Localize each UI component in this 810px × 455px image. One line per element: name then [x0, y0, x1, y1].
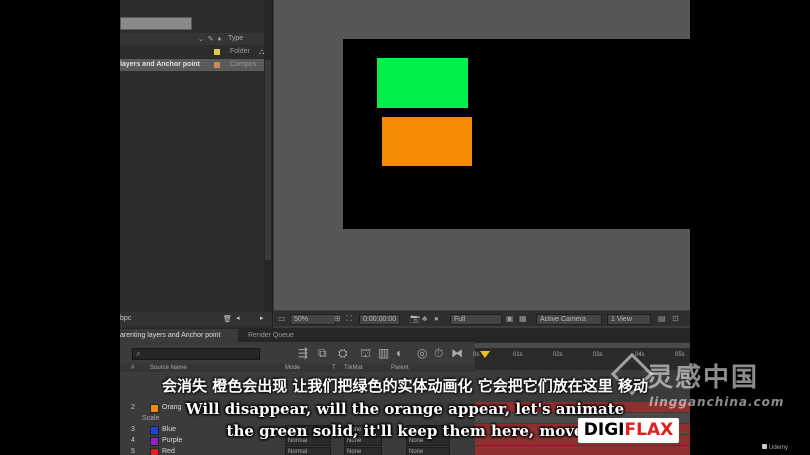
view-layout-dropdown[interactable]: 1 View: [607, 314, 651, 325]
column-parent[interactable]: Parent: [391, 365, 409, 371]
logo-part-digi: DIGI: [583, 420, 625, 440]
project-item-folder[interactable]: Folder ⛬: [120, 46, 265, 58]
graph-editor-icon[interactable]: ⧓: [451, 346, 463, 360]
composition-canvas[interactable]: [343, 39, 690, 229]
column-header-icons[interactable]: ⌄ ✎ ♦: [198, 35, 222, 43]
work-area-bar[interactable]: [475, 343, 690, 348]
stopwatch-icon[interactable]: ⏱: [434, 346, 443, 361]
bpc-button[interactable]: bpc: [120, 315, 131, 322]
motion-blur-icon[interactable]: ◐: [396, 346, 403, 360]
trash-icon[interactable]: 🗑: [223, 315, 232, 323]
ruler-tick: 0s: [473, 352, 480, 358]
layer-duration-bar[interactable]: [475, 446, 690, 455]
timeline-search-input[interactable]: ⌕: [132, 348, 260, 360]
composition-viewer[interactable]: [274, 0, 690, 310]
project-scrollbar[interactable]: [264, 0, 272, 312]
project-item-name: layers and Anchor point: [120, 61, 200, 68]
project-footer: bpc 🗑 ◂ ▸: [120, 312, 272, 326]
shy-layers-icon[interactable]: ⛫: [360, 346, 371, 362]
column-trkmat[interactable]: TrkMat: [344, 365, 362, 371]
layer-parent-dropdown[interactable]: None: [406, 447, 450, 455]
udemy-badge: Udemy: [762, 444, 788, 451]
frame-blending-icon[interactable]: ▥: [378, 346, 389, 360]
layer-number: 5: [131, 448, 135, 455]
draft-3d-icon[interactable]: ⛭: [338, 346, 348, 361]
magnification-dropdown[interactable]: 50%: [290, 314, 336, 325]
subtitle-chinese: 会消失 橙色会出现 让我们把绿色的实体动画化 它会把它们放在这里 移动: [162, 377, 648, 395]
viewer-toolbar: ▭ 50% ⊞ ⛶ 0:00:00:00 📷 ♣ ● Full ▣ ▦ Acti…: [274, 311, 690, 326]
layer-label-swatch[interactable]: [150, 448, 159, 455]
camera-icon[interactable]: 📷: [410, 314, 420, 323]
ruler-tick: 02s: [553, 352, 563, 358]
project-column-header: ⌄ ✎ ♦ Type: [120, 33, 264, 45]
comp-mini-flowchart-icon[interactable]: ⇶: [298, 346, 308, 360]
tab-render-queue[interactable]: Render Queue: [248, 332, 294, 339]
layer-trkmat-dropdown[interactable]: None: [344, 447, 382, 455]
project-item-type: Compos: [230, 61, 257, 68]
live-update-icon[interactable]: ⧉: [318, 346, 327, 361]
project-item-composition[interactable]: layers and Anchor point Compos: [120, 59, 264, 71]
current-time-display[interactable]: 0:00:00:00: [359, 314, 401, 325]
current-time-indicator[interactable]: [480, 351, 490, 358]
label-color-swatch[interactable]: [214, 62, 220, 68]
layer-mode-dropdown[interactable]: Normal: [285, 447, 331, 455]
column-mode[interactable]: Mode: [285, 365, 300, 371]
ruler-tick: 01s: [513, 352, 523, 358]
toggle-pixel-aspect-icon[interactable]: ▤: [658, 314, 666, 323]
resolution-dropdown[interactable]: Full: [450, 314, 502, 325]
ruler-tick: 03s: [593, 352, 603, 358]
scroll-left-icon[interactable]: ◂: [236, 314, 240, 322]
scroll-right-icon[interactable]: ▸: [260, 314, 264, 322]
subtitle-english-line2: the green solid, it'll keep them here, m…: [226, 422, 584, 440]
mask-visibility-icon[interactable]: ⛶: [346, 314, 352, 324]
layer-column-headers: # Source Name Mode T TrkMat Parent: [120, 364, 475, 372]
label-color-swatch[interactable]: [214, 49, 220, 55]
type-column-label[interactable]: Type: [228, 35, 243, 42]
timeline-tabs: arenting layers and Anchor point Render …: [120, 328, 690, 342]
brainstorm-icon[interactable]: ◎: [417, 346, 427, 360]
scrollbar-thumb[interactable]: [265, 60, 271, 260]
subtitle-english-line1: Will disappear, will the orange appear, …: [185, 400, 625, 418]
search-icon: ⌕: [136, 348, 142, 358]
tab-composition[interactable]: arenting layers and Anchor point: [120, 329, 238, 342]
layer-row-red[interactable]: 5 Red Normal None None: [120, 446, 690, 455]
fast-previews-icon[interactable]: ⊡: [672, 314, 679, 323]
always-preview-icon[interactable]: ▭: [278, 314, 286, 323]
green-solid-layer[interactable]: [377, 58, 468, 108]
logo-part-flax: FLAX: [624, 420, 674, 440]
column-t[interactable]: T: [332, 365, 336, 371]
camera-view-dropdown[interactable]: Active Camera: [536, 314, 602, 325]
project-search-input[interactable]: [120, 17, 192, 30]
layer-name: Red: [162, 448, 175, 455]
project-item-type: Folder: [230, 48, 250, 55]
column-number[interactable]: #: [131, 365, 134, 371]
transparency-grid-icon[interactable]: ▦: [519, 314, 527, 323]
orange-solid-layer[interactable]: [382, 117, 472, 166]
digiflax-logo: DIGIFLAX: [578, 418, 679, 443]
tab-composition-label: arenting layers and Anchor point: [120, 332, 221, 339]
region-of-interest-icon[interactable]: ▣: [506, 314, 514, 323]
column-source-name[interactable]: Source Name: [150, 365, 187, 371]
grid-icon[interactable]: ⊞: [334, 314, 341, 323]
show-snapshot-icon[interactable]: ♣: [422, 314, 427, 323]
project-panel: ⌄ ✎ ♦ Type Folder ⛬ layers and Anchor po…: [120, 0, 273, 328]
color-channels-icon[interactable]: ●: [434, 314, 439, 323]
